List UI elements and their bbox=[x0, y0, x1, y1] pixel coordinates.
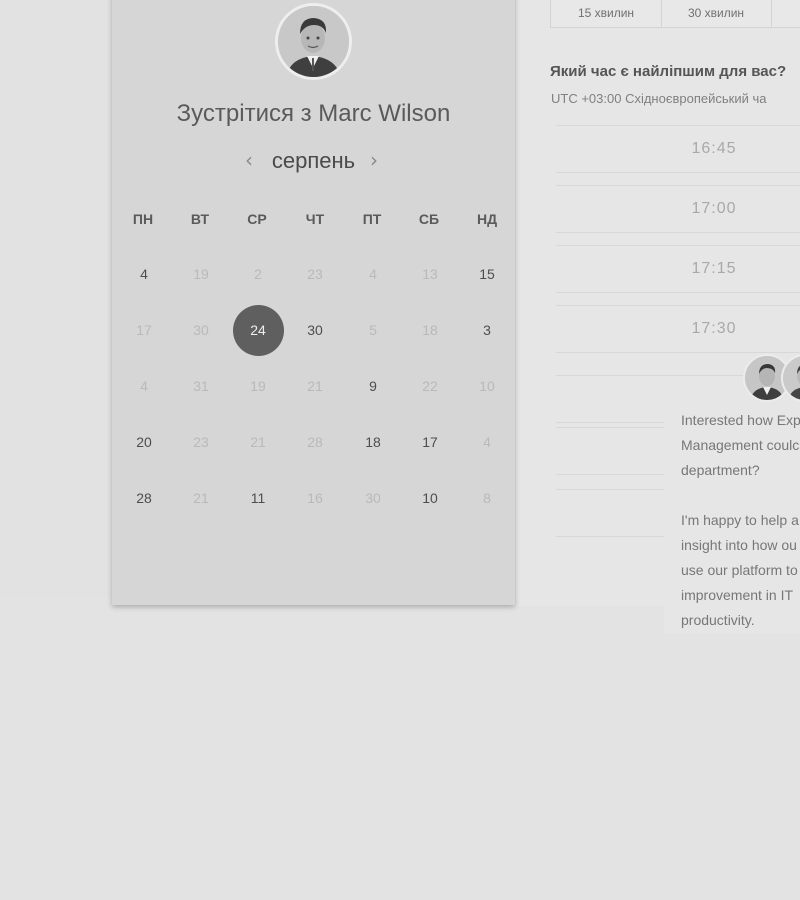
chat-line: productivity. bbox=[681, 612, 755, 628]
calendar-day[interactable]: 30 bbox=[290, 319, 340, 341]
calendar-day: 22 bbox=[422, 378, 438, 394]
calendar-day: 21 bbox=[307, 378, 323, 394]
calendar-day: 18 bbox=[422, 322, 438, 338]
calendar-day[interactable]: 20 bbox=[119, 431, 169, 453]
calendar-day: 4 bbox=[140, 378, 148, 394]
duration-selector: 15 хвилин 30 хвилин bbox=[550, 0, 800, 28]
chat-line: use our platform to bbox=[681, 562, 798, 578]
calendar-day[interactable]: 4 bbox=[119, 263, 169, 285]
calendar-day: 30 bbox=[365, 490, 381, 506]
month-label: серпень bbox=[271, 148, 356, 173]
calendar-day: 31 bbox=[193, 378, 209, 394]
calendar-day: 5 bbox=[369, 322, 377, 338]
calendar-day[interactable]: 15 bbox=[462, 263, 512, 285]
weekday-header: СБ bbox=[418, 211, 440, 227]
time-slot-label: 16:45 bbox=[691, 140, 737, 157]
time-slot[interactable]: 17:00 bbox=[556, 185, 800, 233]
chat-message: Interested how Exp Management coulc depart… bbox=[681, 408, 800, 633]
month-navigation: ‹ серпень › bbox=[112, 148, 515, 178]
calendar-day[interactable]: 11 bbox=[233, 487, 283, 509]
time-slot-label: 17:30 bbox=[691, 320, 737, 337]
calendar-day: 2 bbox=[254, 266, 262, 282]
calendar-day: 19 bbox=[193, 266, 209, 282]
time-slot[interactable]: 17:30 bbox=[556, 305, 800, 353]
calendar-day: 17 bbox=[136, 322, 152, 338]
chat-paragraph: Interested how Exp Management coulc depart… bbox=[681, 408, 800, 483]
time-question: Який час є найліпшим для вас? bbox=[550, 63, 787, 80]
calendar-day: 21 bbox=[193, 490, 209, 506]
calendar-day: 30 bbox=[193, 322, 209, 338]
calendar-day: 10 bbox=[479, 378, 495, 394]
time-slot-label: 17:00 bbox=[691, 200, 737, 217]
calendar-day: 4 bbox=[369, 266, 377, 282]
calendar-day: 28 bbox=[307, 434, 323, 450]
chat-line: I'm happy to help a bbox=[681, 512, 799, 528]
calendar-day: 16 bbox=[307, 490, 323, 506]
calendar-day: 13 bbox=[422, 266, 438, 282]
calendar-day: 8 bbox=[483, 490, 491, 506]
chat-line: Interested how Exp bbox=[681, 412, 800, 428]
calendar-day-selected[interactable]: 24 bbox=[232, 305, 284, 356]
chat-paragraph: I'm happy to help a insight into how ou us… bbox=[681, 508, 800, 633]
host-avatar bbox=[275, 3, 352, 80]
time-slot[interactable]: 17:15 bbox=[556, 245, 800, 293]
chevron-right-icon[interactable]: › bbox=[370, 148, 378, 172]
weekday-header: ПН bbox=[132, 211, 154, 227]
calendar-card bbox=[112, 0, 515, 605]
calendar-day[interactable]: 10 bbox=[405, 487, 455, 509]
chat-agents[interactable] bbox=[743, 354, 800, 404]
calendar-day: 4 bbox=[483, 434, 491, 450]
calendar-day[interactable]: 17 bbox=[405, 431, 455, 453]
calendar-day[interactable]: 18 bbox=[348, 431, 398, 453]
weekday-header: ВТ bbox=[190, 211, 210, 227]
weekday-header: ЧТ bbox=[305, 211, 325, 227]
calendar-day: 21 bbox=[250, 434, 266, 450]
chat-line: insight into how ou bbox=[681, 537, 797, 553]
chat-line: improvement in IT bbox=[681, 587, 794, 603]
weekday-header: СР bbox=[247, 211, 267, 227]
chat-line: Management coulc bbox=[681, 437, 800, 453]
timezone-label[interactable]: UTC +03:00 Східноєвропейський ча bbox=[551, 91, 766, 106]
chat-line: department? bbox=[681, 462, 760, 478]
calendar-day: 23 bbox=[307, 266, 323, 282]
calendar-day[interactable]: 3 bbox=[462, 319, 512, 341]
time-slot-label: 17:15 bbox=[691, 260, 737, 277]
calendar-day[interactable]: 9 bbox=[348, 375, 398, 397]
calendar-day: 23 bbox=[193, 434, 209, 450]
page-title: Зустрітися з Marc Wilson bbox=[176, 100, 451, 127]
time-slot[interactable]: 16:45 bbox=[556, 125, 800, 173]
calendar-day[interactable]: 28 bbox=[119, 487, 169, 509]
weekday-header: ПТ bbox=[362, 211, 382, 227]
duration-option-15[interactable]: 15 хвилин bbox=[551, 0, 662, 27]
duration-option-30[interactable]: 30 хвилин bbox=[661, 0, 772, 27]
weekday-header: НД bbox=[476, 211, 498, 227]
calendar-day: 19 bbox=[250, 378, 266, 394]
